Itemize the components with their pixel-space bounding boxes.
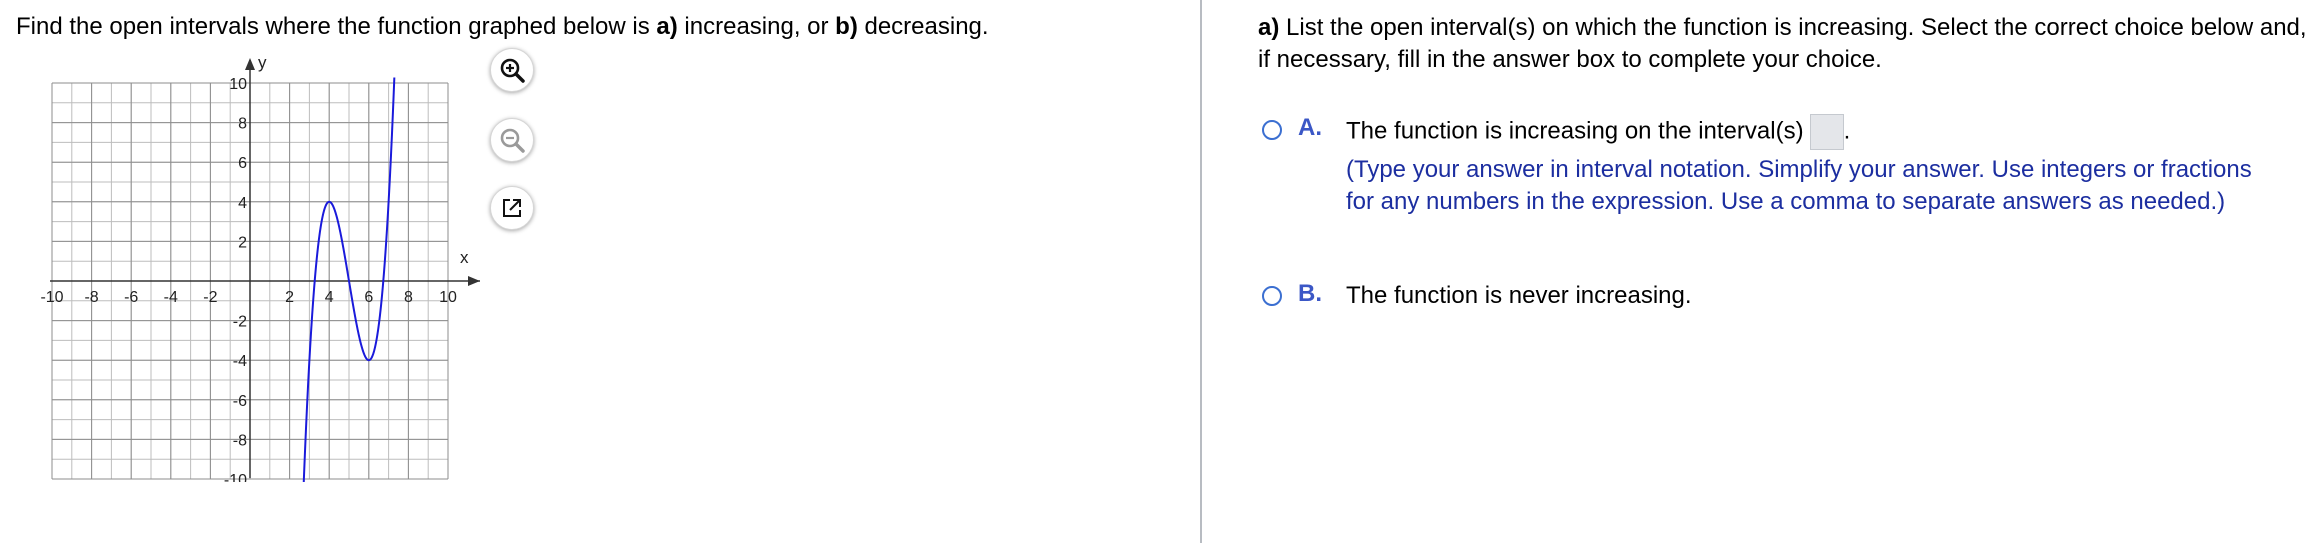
zoom-in-icon xyxy=(500,58,525,83)
y-tick-label: -10 xyxy=(224,472,247,482)
instruction-part-label: a) xyxy=(1258,14,1280,41)
x-tick-label: 2 xyxy=(285,289,294,306)
choice-a-hint: (Type your answer in interval notation. … xyxy=(1346,156,2252,215)
x-tick-label: -8 xyxy=(84,289,98,306)
choice-a-radio[interactable] xyxy=(1262,120,1282,140)
graph-pane: Find the open intervals where the functi… xyxy=(0,0,1200,543)
function-graph: x y -10 -8 -6 -4 -2 2 4 6 8 10 10 8 6 4 2 -2 -4 -6 -8 -10 xyxy=(40,53,480,482)
question-part-b: b) xyxy=(835,13,858,40)
x-tick-label: -4 xyxy=(164,289,178,306)
question-text: Find the open intervals where the functi… xyxy=(16,12,989,42)
question-suffix: decreasing. xyxy=(857,13,989,40)
y-tick-label: 8 xyxy=(238,116,247,133)
y-tick-label: -2 xyxy=(233,314,247,331)
y-tick-label: -8 xyxy=(233,432,247,449)
choice-a-text: The function is increasing on the interv… xyxy=(1346,114,1850,150)
question-prefix: Find the open intervals where the functi… xyxy=(16,13,657,40)
y-tick-label: 2 xyxy=(238,234,247,251)
question-mid: increasing, or xyxy=(677,13,836,40)
y-tick-label: -4 xyxy=(233,353,247,370)
y-axis-label: y xyxy=(258,53,267,72)
x-axis-arrow xyxy=(468,276,480,286)
pane-divider xyxy=(1200,0,1202,543)
choice-a-period: . xyxy=(1843,117,1851,145)
tick-labels: -10 -8 -6 -4 -2 2 4 6 8 10 10 8 6 4 2 -2 -4 -6 -8 -10 xyxy=(40,76,457,482)
answer-pane: a) List the open interval(s) on which th… xyxy=(1258,0,2308,543)
x-tick-label: 10 xyxy=(439,289,457,306)
question-part-a: a) xyxy=(656,13,678,40)
choice-b-radio[interactable] xyxy=(1262,286,1282,306)
answer-box[interactable] xyxy=(1809,114,1844,150)
instruction-text: a) List the open interval(s) on which th… xyxy=(1258,12,2308,76)
choice-b-letter: B. xyxy=(1298,280,1322,307)
x-tick-label: -6 xyxy=(124,289,138,306)
zoom-out-icon xyxy=(500,128,525,153)
y-tick-label: 10 xyxy=(229,76,247,93)
instruction-body: List the open interval(s) on which the f… xyxy=(1258,14,2307,73)
x-tick-label: -10 xyxy=(40,289,63,306)
x-tick-label: 4 xyxy=(325,289,334,306)
choice-a-label: The function is increasing on the interv… xyxy=(1346,117,1804,145)
x-tick-label: 6 xyxy=(364,289,373,306)
y-tick-label: 4 xyxy=(238,195,247,212)
external-link-icon xyxy=(503,199,521,217)
x-axis-label: x xyxy=(460,248,469,267)
y-tick-label: 6 xyxy=(238,155,247,172)
popout-button[interactable] xyxy=(490,186,534,230)
zoom-in-button[interactable] xyxy=(490,48,534,92)
x-tick-label: -2 xyxy=(203,289,217,306)
zoom-out-button[interactable] xyxy=(490,118,534,162)
x-tick-label: 8 xyxy=(404,289,413,306)
choice-b-text: The function is never increasing. xyxy=(1346,282,1692,309)
y-axis-arrow xyxy=(245,58,255,70)
y-tick-label: -6 xyxy=(233,393,247,410)
choice-a-letter: A. xyxy=(1298,114,1322,141)
